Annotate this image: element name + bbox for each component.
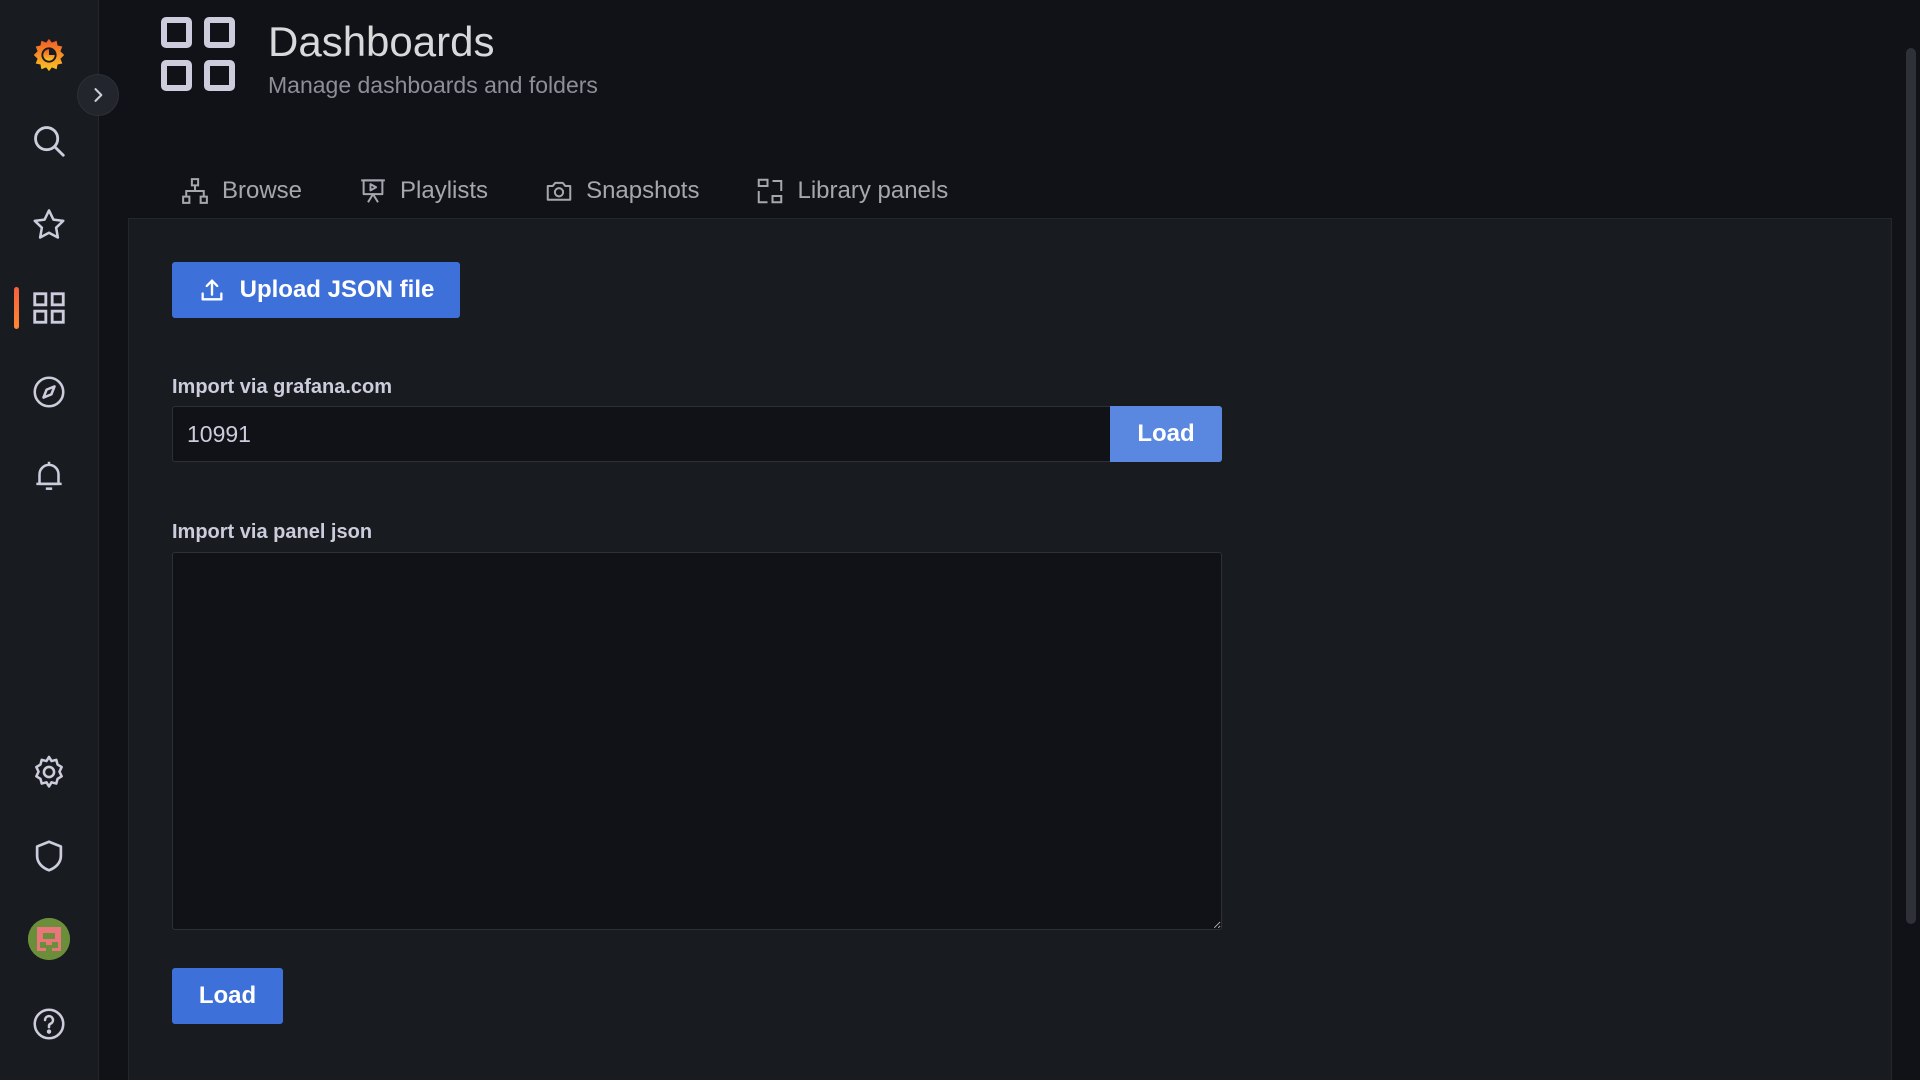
bell-icon[interactable] (24, 451, 74, 501)
tab-label: Browse (222, 177, 303, 204)
star-icon[interactable] (24, 200, 74, 250)
json-label: Import via panel json (172, 521, 373, 543)
gcom-load-button[interactable]: Load (1110, 406, 1222, 462)
tab-bar: Browse Playlists Snapshots Library panel… (180, 166, 1004, 216)
search-icon[interactable] (24, 116, 74, 166)
upload-json-button[interactable]: Upload JSON file (172, 262, 460, 318)
presentation-play-icon (361, 179, 385, 203)
scrollbar[interactable] (1906, 48, 1916, 924)
tab-label: Playlists (400, 177, 489, 204)
dashboards-header-icon (161, 17, 235, 91)
gcom-input[interactable] (172, 406, 1110, 462)
expand-menu-button[interactable] (77, 74, 119, 116)
tab-snapshots[interactable]: Snapshots (544, 166, 699, 216)
help-icon[interactable] (24, 999, 74, 1049)
upload-label: Upload JSON file (239, 276, 435, 303)
tab-browse[interactable]: Browse (180, 166, 302, 216)
avatar[interactable] (28, 918, 70, 960)
sitemap-icon (182, 178, 208, 204)
dashboards-icon[interactable] (24, 283, 74, 333)
gcom-label: Import via grafana.com (172, 376, 393, 398)
side-menu (0, 0, 99, 1080)
tab-playlists[interactable]: Playlists (358, 166, 488, 216)
compass-icon[interactable] (24, 367, 74, 417)
page-title: Dashboards (268, 18, 495, 65)
upload-icon (201, 279, 223, 301)
grafana-logo-icon[interactable] (24, 30, 74, 80)
chevron-right-icon (94, 88, 103, 102)
gear-icon[interactable] (24, 747, 74, 797)
camera-icon (546, 181, 572, 201)
shield-icon[interactable] (24, 831, 74, 881)
tab-label: Snapshots (586, 177, 700, 204)
page-subtitle: Manage dashboards and folders (268, 72, 598, 98)
json-load-button[interactable]: Load (172, 968, 283, 1024)
tab-label: Library panels (797, 177, 949, 204)
library-panel-icon (758, 178, 783, 204)
active-indicator (14, 287, 19, 329)
tab-library-panels[interactable]: Library panels (755, 166, 948, 216)
panel-json-textarea[interactable] (172, 552, 1222, 930)
